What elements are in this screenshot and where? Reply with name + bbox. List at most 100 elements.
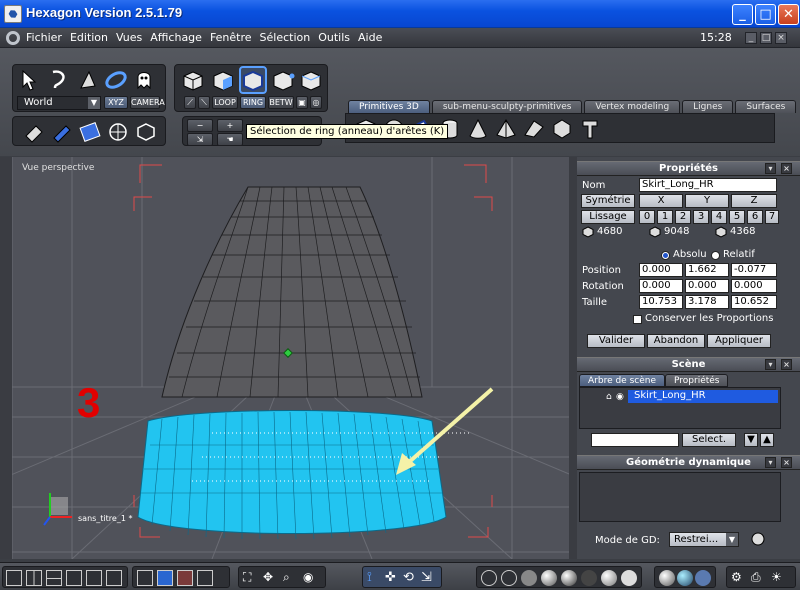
lock-icon[interactable]: ⌂ xyxy=(606,392,612,402)
select-mode-icon[interactable]: ▣ xyxy=(296,96,308,109)
move-down-icon[interactable]: ▼ xyxy=(744,433,758,447)
four-view-icon[interactable] xyxy=(106,570,122,586)
grow-selection-button[interactable]: + xyxy=(217,119,243,132)
grid-active-icon[interactable] xyxy=(157,570,173,586)
rotate-tool-icon[interactable]: ⟲ xyxy=(403,570,419,586)
eye-icon[interactable]: ◉ xyxy=(616,392,624,402)
move-tool-icon[interactable]: ✜ xyxy=(385,570,401,586)
wire-sphere-icon[interactable] xyxy=(481,570,497,586)
smooth-sphere-icon[interactable] xyxy=(541,570,557,586)
paint-select-icon[interactable] xyxy=(75,68,101,92)
light-icon[interactable]: ☀ xyxy=(771,570,787,586)
move-up-icon[interactable]: ▲ xyxy=(760,433,774,447)
shaded-sphere-icon[interactable] xyxy=(561,570,577,586)
smoothing-level-2[interactable]: 2 xyxy=(675,210,691,224)
gd-mode-dropdown[interactable]: Restrei... ▼ xyxy=(669,532,739,547)
dark-sphere-icon[interactable] xyxy=(581,570,597,586)
face-select-cube-icon[interactable] xyxy=(211,69,235,93)
universal-manipulator-icon[interactable]: ⟟ xyxy=(367,570,383,586)
render-sphere-icon[interactable] xyxy=(659,570,675,586)
close-button[interactable]: ✕ xyxy=(778,4,799,25)
grid-view-icon[interactable] xyxy=(137,570,153,586)
keep-proportions-checkbox[interactable] xyxy=(633,315,642,324)
geosphere-primitive-icon[interactable] xyxy=(550,117,574,141)
tab-scene-tree[interactable]: Arbre de scène xyxy=(579,374,665,387)
frame-all-icon[interactable]: ⛶ xyxy=(243,570,259,586)
close-icon[interactable]: × xyxy=(781,457,792,468)
smoothing-level-3[interactable]: 3 xyxy=(693,210,709,224)
vertex-select-cube-icon[interactable] xyxy=(271,69,295,93)
scale-tool-icon[interactable]: ⇲ xyxy=(421,570,437,586)
coordinate-system-dropdown[interactable]: World ▼ xyxy=(17,96,101,110)
relative-radio[interactable] xyxy=(711,251,720,260)
paint-brush-icon[interactable] xyxy=(49,120,75,144)
select-circle-icon[interactable]: ◎ xyxy=(310,96,322,109)
ghost-select-icon[interactable] xyxy=(131,68,157,92)
single-view-icon[interactable] xyxy=(6,570,22,586)
material-icon[interactable] xyxy=(677,570,693,586)
grid-red-icon[interactable] xyxy=(177,570,193,586)
smoothing-level-5[interactable]: 5 xyxy=(729,210,745,224)
size-z-field[interactable]: 10.652 xyxy=(731,295,777,309)
absolute-radio[interactable] xyxy=(661,251,670,260)
tab-lignes[interactable]: Lignes xyxy=(682,100,734,113)
edge-tool-icon[interactable]: ⟋ xyxy=(184,96,196,109)
close-icon[interactable]: × xyxy=(781,359,792,370)
view-eye-icon[interactable]: ◉ xyxy=(303,570,319,586)
chevron-down-icon[interactable]: ▾ xyxy=(765,359,776,370)
close-icon[interactable]: × xyxy=(781,163,792,174)
between-button[interactable]: BETW xyxy=(268,96,294,109)
smoothing-button[interactable]: Lissage xyxy=(581,210,635,224)
zoom-icon[interactable]: ⌕ xyxy=(283,570,299,586)
hammer-primitive-icon[interactable] xyxy=(578,117,602,141)
shrink-selection-button[interactable]: − xyxy=(187,119,213,132)
grid-paint-icon[interactable] xyxy=(77,120,103,144)
smoothing-level-4[interactable]: 4 xyxy=(711,210,727,224)
rotation-z-field[interactable]: 0.000 xyxy=(731,279,777,293)
perspective-viewport[interactable]: Vue perspective 3 sans_titre_1 * xyxy=(12,157,569,559)
rotation-x-field[interactable]: 0.000 xyxy=(639,279,683,293)
menu-fenetre[interactable]: Fenêtre xyxy=(210,31,252,44)
symmetry-x-button[interactable]: X xyxy=(639,194,683,208)
validate-button[interactable]: Valider xyxy=(587,334,645,348)
scene-search-field[interactable] xyxy=(591,433,679,447)
tab-sculpty-primitives[interactable]: sub-menu-sculpty-primitives xyxy=(431,100,583,113)
name-field[interactable]: Skirt_Long_HR xyxy=(639,178,777,192)
app-close-icon[interactable]: × xyxy=(775,32,787,44)
grid-light-icon[interactable] xyxy=(197,570,213,586)
three-view-icon[interactable] xyxy=(86,570,102,586)
smoothing-level-7[interactable]: 7 xyxy=(765,210,779,224)
smoothing-level-1[interactable]: 1 xyxy=(657,210,673,224)
ring-button[interactable]: RING xyxy=(240,96,266,109)
magic-select-icon[interactable] xyxy=(103,68,129,92)
gear-icon[interactable]: ⚙ xyxy=(731,570,747,586)
camera-icon[interactable]: ⎙ xyxy=(751,570,767,586)
edge-tool2-icon[interactable]: ⟍ xyxy=(198,96,210,109)
menu-vues[interactable]: Vues xyxy=(116,31,142,44)
cube-outline-icon[interactable] xyxy=(133,120,159,144)
minimize-button[interactable]: _ xyxy=(732,4,753,25)
loop-button[interactable]: LOOP xyxy=(212,96,238,109)
menu-selection[interactable]: Sélection xyxy=(260,31,311,44)
light-sphere-icon[interactable] xyxy=(601,570,617,586)
menu-aide[interactable]: Aide xyxy=(358,31,382,44)
wedge-primitive-icon[interactable] xyxy=(522,117,546,141)
wire-sphere2-icon[interactable] xyxy=(501,570,517,586)
symmetry-z-button[interactable]: Z xyxy=(731,194,777,208)
pan-icon[interactable]: ✥ xyxy=(263,570,279,586)
symmetry-y-button[interactable]: Y xyxy=(685,194,729,208)
pyramid-primitive-icon[interactable] xyxy=(494,117,518,141)
position-x-field[interactable]: 0.000 xyxy=(639,263,683,277)
eraser-icon[interactable] xyxy=(21,120,47,144)
menu-outils[interactable]: Outils xyxy=(318,31,350,44)
xyz-button[interactable]: XYZ xyxy=(104,96,128,109)
menu-edition[interactable]: Edition xyxy=(70,31,108,44)
menu-affichage[interactable]: Affichage xyxy=(150,31,202,44)
edge-select-cube-icon[interactable] xyxy=(241,69,265,93)
multi-sphere-icon[interactable] xyxy=(695,570,711,586)
abort-button[interactable]: Abandon xyxy=(647,334,705,348)
app-restore-icon[interactable]: □ xyxy=(760,32,772,44)
apply-button[interactable]: Appliquer xyxy=(707,334,771,348)
app-minimize-icon[interactable]: _ xyxy=(745,32,757,44)
quad-view-icon[interactable] xyxy=(66,570,82,586)
